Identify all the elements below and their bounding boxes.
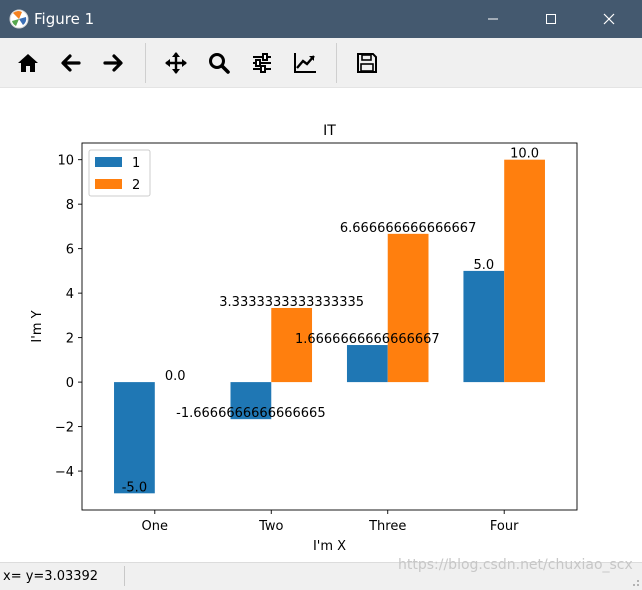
- x-tick-label: One: [142, 519, 168, 534]
- y-tick-label: 10: [57, 154, 74, 169]
- y-tick-label: 0: [66, 376, 74, 391]
- bar-series-1-one: [114, 382, 155, 494]
- edit-axis-button[interactable]: [288, 46, 322, 80]
- bar-chart: IT One Two Three Four −4 −2 0 2 4 6 8 10 -5.0 -1.666…: [30, 123, 578, 554]
- data-label: 0.0: [165, 369, 186, 384]
- y-tick-label: 6: [66, 243, 74, 258]
- x-tick-label: Four: [490, 519, 519, 534]
- navigation-toolbar: [0, 38, 642, 88]
- x-axis-label: I'm X: [313, 539, 346, 554]
- legend-label: 1: [132, 156, 140, 171]
- home-button[interactable]: [11, 46, 45, 80]
- status-separator: [124, 566, 125, 586]
- figure-window: Figure 1 IT One Two Three Four −4 −2 0 2…: [0, 0, 642, 590]
- edit-axis-icon: [294, 53, 316, 73]
- close-button[interactable]: [586, 0, 632, 38]
- bar-series-1-four: [463, 270, 505, 383]
- minimize-button[interactable]: [470, 0, 516, 38]
- title-bar[interactable]: Figure 1: [0, 0, 642, 38]
- back-arrow-icon: [61, 54, 81, 72]
- figure-canvas[interactable]: IT One Two Three Four −4 −2 0 2 4 6 8 10 -5.0 -1.666…: [0, 88, 642, 562]
- minimize-icon: [488, 18, 498, 20]
- watermark: https://blog.csdn.net/chuxiao_scx: [398, 557, 633, 573]
- pan-icon: [165, 52, 187, 74]
- save-icon: [357, 53, 377, 73]
- forward-button[interactable]: [96, 46, 130, 80]
- y-axis-label: I'm Y: [30, 310, 45, 342]
- x-tick-label: Two: [258, 519, 283, 534]
- forward-arrow-icon: [103, 54, 123, 72]
- legend-box: [88, 149, 151, 197]
- window-title: Figure 1: [34, 10, 95, 28]
- toolbar-separator: [145, 43, 146, 83]
- y-tick-label: −4: [55, 465, 74, 480]
- data-label: 10.0: [510, 147, 539, 162]
- legend: 12: [88, 149, 151, 197]
- data-label: -1.6666666666666665: [176, 406, 325, 421]
- y-tick-label: 8: [66, 198, 74, 213]
- bar-series-1-three: [346, 345, 388, 383]
- bar-series-2-four: [504, 159, 545, 383]
- data-label: 3.3333333333333335: [219, 295, 364, 310]
- legend-swatch-2: [95, 179, 122, 189]
- maximize-icon: [546, 14, 556, 24]
- toolbar-separator: [336, 43, 337, 83]
- pan-button[interactable]: [159, 46, 193, 80]
- save-button[interactable]: [350, 46, 384, 80]
- app-logo-icon: [9, 9, 29, 29]
- maximize-button[interactable]: [528, 0, 574, 38]
- data-label: 5.0: [473, 258, 494, 273]
- data-label: 1.6666666666666667: [295, 332, 440, 347]
- x-tick-label: Three: [368, 519, 406, 534]
- back-button[interactable]: [54, 46, 88, 80]
- home-icon: [18, 54, 38, 72]
- data-label: -5.0: [122, 480, 147, 495]
- legend-swatch-1: [95, 157, 122, 167]
- close-icon: [603, 13, 615, 25]
- y-tick-label: −2: [55, 421, 74, 436]
- cursor-coordinates: x= y=3.03392: [3, 569, 99, 584]
- chart-title: IT: [323, 123, 336, 139]
- subplots-button[interactable]: [245, 46, 279, 80]
- y-tick-label: 2: [66, 332, 74, 347]
- resize-grip-icon[interactable]: [630, 577, 640, 587]
- zoom-icon: [209, 53, 230, 74]
- legend-label: 2: [132, 178, 140, 193]
- bar-series-2-three: [387, 233, 429, 383]
- zoom-button[interactable]: [202, 46, 236, 80]
- subplots-icon: [253, 53, 271, 73]
- y-tick-label: 4: [66, 287, 74, 302]
- data-label: 6.666666666666667: [340, 221, 476, 236]
